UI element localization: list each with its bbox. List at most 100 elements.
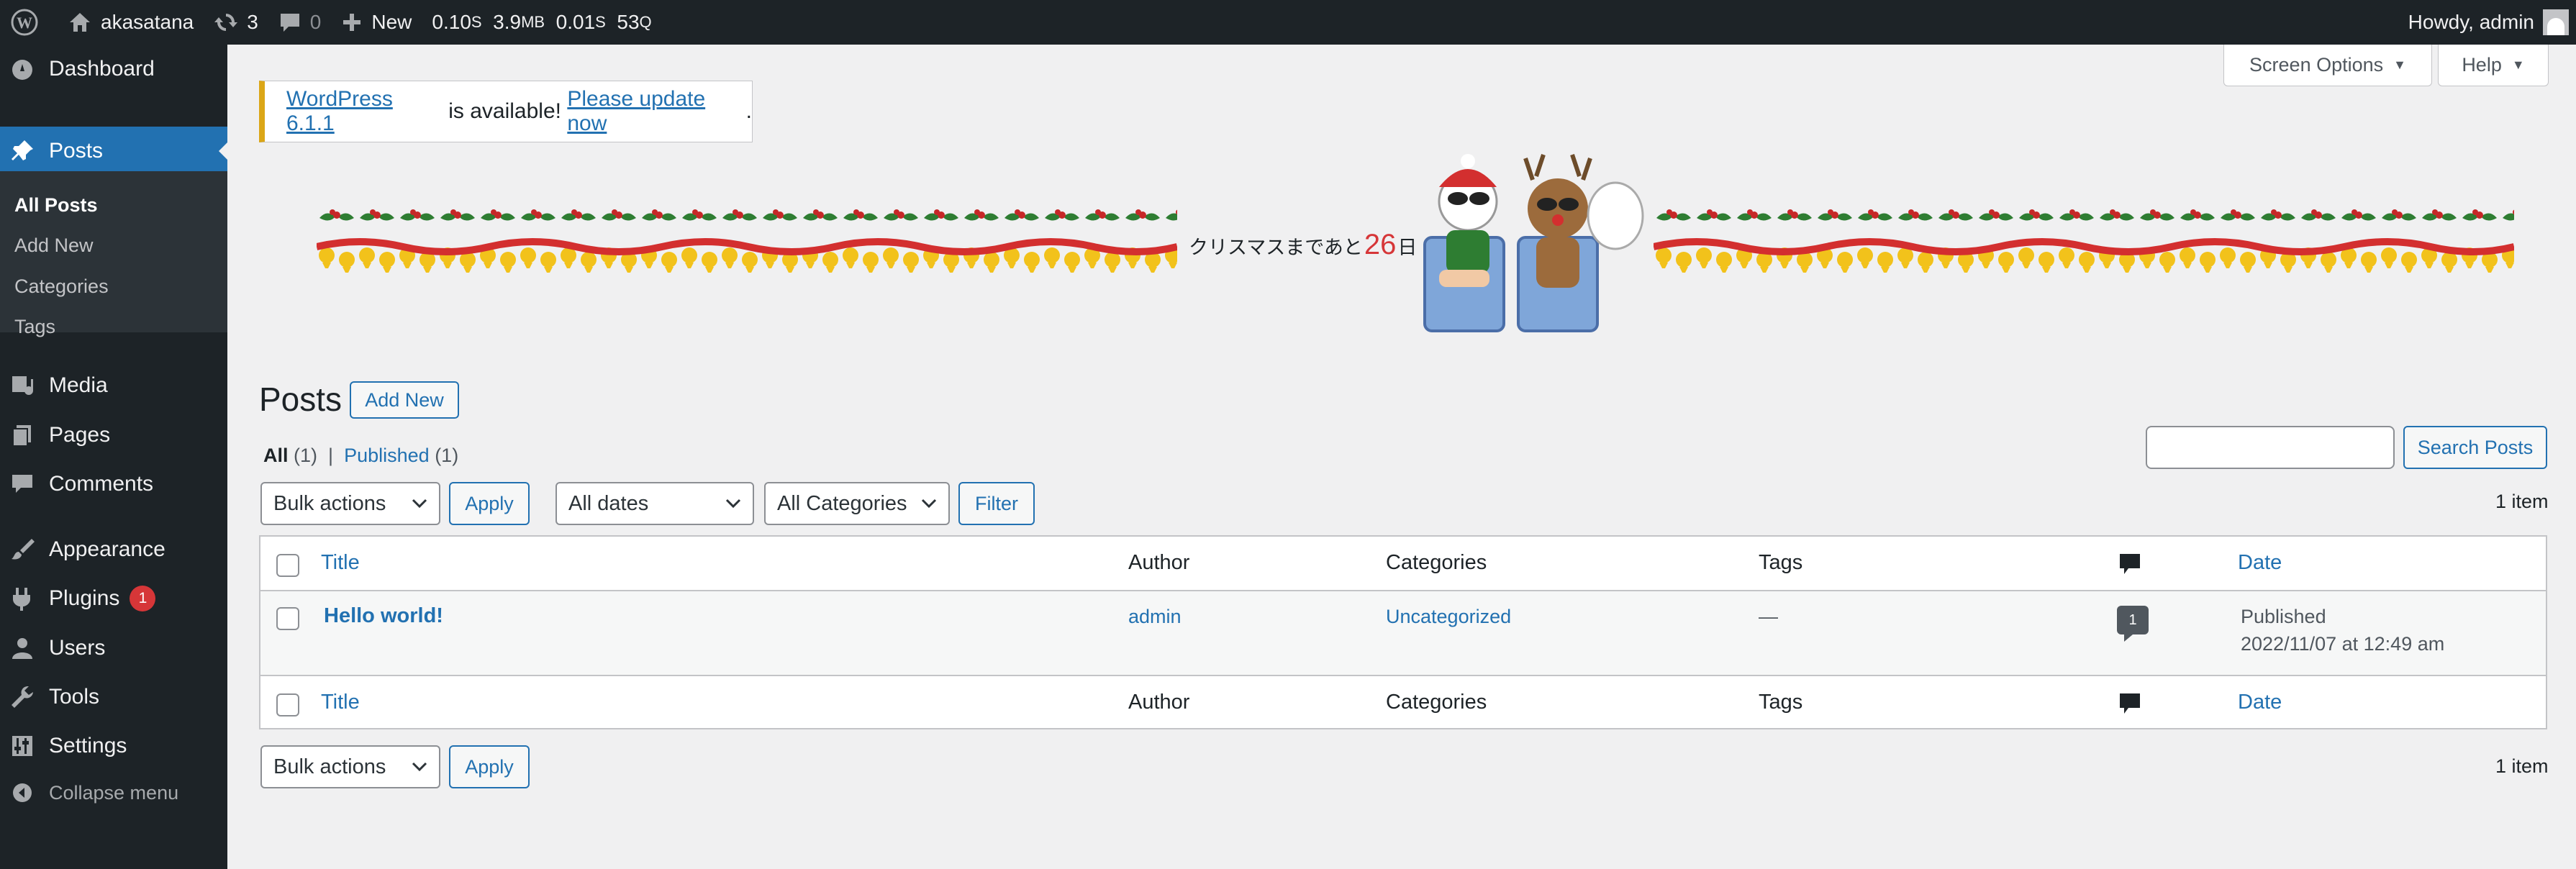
menu-pages[interactable]: Pages xyxy=(0,411,227,460)
paintbrush-icon xyxy=(10,537,35,562)
menu-plugins-label: Plugins xyxy=(49,586,120,610)
chevron-down-icon xyxy=(412,762,427,772)
footer-column-author: Author xyxy=(1128,691,1190,714)
countdown-days: 26 xyxy=(1364,229,1397,260)
post-author-link[interactable]: admin xyxy=(1128,606,1182,628)
posts-table: Title Author Categories Tags Date Hello … xyxy=(259,535,2547,729)
countdown-prefix: クリスマスまであと xyxy=(1189,237,1363,258)
bulk-actions-select-bottom[interactable]: Bulk actions xyxy=(260,745,440,788)
new-content-menu[interactable]: New xyxy=(331,0,422,45)
updates-count: 3 xyxy=(247,11,258,33)
column-title-sort[interactable]: Title xyxy=(321,551,360,575)
comments-column-icon[interactable] xyxy=(2118,552,2141,577)
plugin-icon xyxy=(10,586,35,611)
column-tags: Tags xyxy=(1759,551,1803,574)
screen-options-button[interactable]: Screen Options ▼ xyxy=(2223,45,2432,86)
bulk-actions-select-top[interactable]: Bulk actions xyxy=(260,482,440,525)
submenu-all-posts[interactable]: All Posts xyxy=(14,194,98,217)
menu-comments[interactable]: Comments xyxy=(0,460,227,509)
post-tags: — xyxy=(1759,606,1778,627)
apply-bulk-button-bottom[interactable]: Apply xyxy=(449,745,530,788)
search-posts-button[interactable]: Search Posts xyxy=(2403,426,2547,469)
select-all-checkbox-bottom[interactable] xyxy=(276,693,299,716)
screen-options-label: Screen Options xyxy=(2249,54,2384,76)
collapse-menu-button[interactable]: Collapse menu xyxy=(0,768,227,817)
christmas-countdown: クリスマスまであと26日 xyxy=(1189,229,1417,261)
add-new-post-button[interactable]: Add New xyxy=(350,381,459,419)
menu-settings-label: Settings xyxy=(49,734,127,757)
chevron-down-icon xyxy=(921,499,937,509)
comments-count: 0 xyxy=(309,11,322,33)
update-notice: WordPress 6.1.1 is available! Please upd… xyxy=(259,81,753,142)
submenu-categories[interactable]: Categories xyxy=(14,276,109,298)
updates-menu[interactable]: 3 xyxy=(204,0,268,45)
plus-icon xyxy=(343,14,361,31)
posts-submenu: All Posts Add New Categories Tags xyxy=(0,171,227,337)
query-monitor-menu[interactable]: 0.10 S 3.9 MB 0.01 S 53 Q xyxy=(422,0,661,45)
chevron-down-icon xyxy=(725,499,741,509)
home-icon xyxy=(70,13,90,32)
pages-icon xyxy=(10,423,35,447)
menu-media[interactable]: Media xyxy=(0,361,227,410)
menu-dashboard-label: Dashboard xyxy=(49,57,155,81)
menu-appearance[interactable]: Appearance xyxy=(0,525,227,574)
update-now-link[interactable]: Please update now xyxy=(567,87,745,136)
page-title: Posts xyxy=(259,381,343,418)
menu-posts[interactable]: Posts xyxy=(0,127,227,176)
pushpin-icon xyxy=(10,139,35,163)
items-count-bottom: 1 item xyxy=(2495,755,2549,777)
date-filter-select[interactable]: All dates xyxy=(555,482,754,525)
column-categories: Categories xyxy=(1386,551,1487,574)
post-title-link[interactable]: Hello world! xyxy=(324,604,443,628)
filter-published-link[interactable]: Published xyxy=(344,445,430,466)
items-count-top: 1 item xyxy=(2495,491,2549,512)
menu-tools-label: Tools xyxy=(49,685,100,709)
filter-button[interactable]: Filter xyxy=(958,482,1035,525)
site-name-menu[interactable]: akasatana xyxy=(58,0,204,45)
notice-text: is available! xyxy=(442,99,568,123)
wordpress-logo-icon: W xyxy=(11,9,38,36)
my-account-menu[interactable]: Howdy, admin xyxy=(2408,9,2576,35)
collapse-menu-label: Collapse menu xyxy=(49,781,179,804)
filter-published-count: (1) xyxy=(435,445,459,466)
post-comment-count-bubble[interactable]: 1 xyxy=(2117,606,2149,642)
perf-time-unit: S xyxy=(471,13,482,31)
category-filter-select[interactable]: All Categories xyxy=(764,482,950,525)
footer-divider xyxy=(260,675,2546,676)
christmas-garland-left xyxy=(317,205,1177,286)
post-category-link[interactable]: Uncategorized xyxy=(1386,606,1511,628)
notice-end: . xyxy=(745,99,752,123)
menu-tools[interactable]: Tools xyxy=(0,673,227,722)
comments-menu[interactable]: 0 xyxy=(268,0,332,45)
wrench-icon xyxy=(10,685,35,709)
submenu-tags[interactable]: Tags xyxy=(14,316,55,338)
menu-settings[interactable]: Settings xyxy=(0,722,227,770)
filter-all-link[interactable]: All xyxy=(263,445,289,466)
search-posts-input[interactable] xyxy=(2146,426,2395,469)
footer-column-categories: Categories xyxy=(1386,691,1487,714)
caret-down-icon: ▼ xyxy=(2511,58,2525,72)
select-all-checkbox-top[interactable] xyxy=(276,554,299,577)
wordpress-version-link[interactable]: WordPress 6.1.1 xyxy=(286,87,443,136)
howdy-text: Howdy, admin xyxy=(2408,11,2534,33)
comments-icon xyxy=(10,472,35,496)
menu-posts-label: Posts xyxy=(49,139,104,163)
footer-comments-column-icon[interactable] xyxy=(2118,692,2141,716)
avatar-silhouette-icon xyxy=(2547,18,2564,35)
post-date: 2022/11/07 at 12:49 am xyxy=(2241,633,2445,655)
menu-pages-label: Pages xyxy=(49,423,111,447)
menu-dashboard[interactable]: Dashboard xyxy=(0,45,227,94)
column-date-sort[interactable]: Date xyxy=(2238,551,2282,575)
row-checkbox[interactable] xyxy=(276,607,299,630)
help-button[interactable]: Help ▼ xyxy=(2438,45,2549,86)
menu-plugins[interactable]: Plugins 1 xyxy=(0,574,227,623)
settings-sliders-icon xyxy=(10,734,35,758)
wordpress-logo-menu[interactable]: W xyxy=(0,0,58,45)
submenu-add-new[interactable]: Add New xyxy=(14,235,94,257)
dashboard-gauge-icon xyxy=(10,57,35,81)
avatar xyxy=(2543,9,2569,35)
footer-column-title-sort[interactable]: Title xyxy=(321,691,360,714)
apply-bulk-button-top[interactable]: Apply xyxy=(449,482,530,525)
footer-column-date-sort[interactable]: Date xyxy=(2238,691,2282,714)
menu-users[interactable]: Users xyxy=(0,624,227,673)
